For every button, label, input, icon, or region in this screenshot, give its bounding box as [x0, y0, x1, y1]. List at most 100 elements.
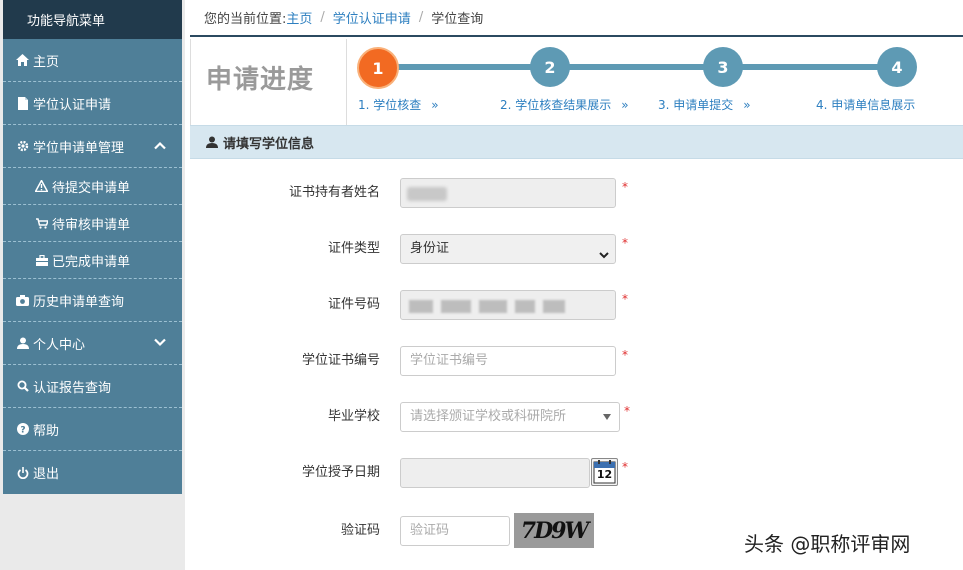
sidebar-item-home[interactable]: 主页	[3, 39, 182, 82]
camera-icon	[15, 293, 30, 307]
captcha-image[interactable]: 7D9W	[514, 513, 594, 548]
redacted-value	[407, 187, 447, 201]
id-number-label: 证件号码	[327, 297, 380, 312]
captcha-placeholder: 验证码	[410, 523, 450, 538]
step-arrow: »	[743, 98, 751, 112]
file-icon	[15, 96, 30, 110]
watermark-text: 头条 @职称评审网	[744, 532, 911, 556]
sidebar-item-label: 学位申请单管理	[33, 140, 125, 156]
sidebar-item-label: 个人中心	[33, 337, 86, 353]
section-header: 请填写学位信息	[190, 125, 963, 159]
form-row-cert-number: 学位证书编号 学位证书编号 *	[190, 346, 963, 376]
section-title: 请填写学位信息	[223, 136, 315, 152]
sidebar-item-report-query[interactable]: 认证报告查询	[3, 365, 182, 408]
form-row-id-type: 证件类型 身份证 *	[190, 234, 963, 264]
step-2-circle: 2	[530, 47, 570, 87]
progress-divider	[346, 39, 347, 125]
sidebar-item-label: 主页	[33, 54, 60, 70]
home-icon	[15, 53, 30, 67]
user-icon	[15, 336, 30, 350]
sidebar-item-label: 已完成申请单	[52, 254, 131, 270]
calendar-button[interactable]: 12	[591, 458, 618, 486]
step-3-circle: 3	[703, 47, 743, 87]
step-connector	[391, 64, 551, 70]
step-label-text: 1. 学位核查	[358, 98, 422, 112]
required-mark: *	[624, 404, 630, 418]
form-row-school: 毕业学校 请选择颁证学校或科研院所 *	[190, 402, 963, 432]
sidebar-item-completed[interactable]: 已完成申请单	[3, 242, 182, 279]
sidebar-item-label: 认证报告查询	[33, 380, 112, 396]
sidebar-item-degree-cert[interactable]: 学位认证申请	[3, 82, 182, 125]
chevron-down-icon	[154, 336, 166, 351]
gear-icon	[15, 139, 30, 153]
sidebar-item-label: 待审核申请单	[52, 217, 131, 233]
captcha-input[interactable]: 验证码	[400, 516, 510, 546]
step-3-label: 3. 申请单提交 »	[658, 96, 751, 113]
sidebar-item-label: 历史申请单查询	[33, 294, 125, 310]
step-1-circle: 1	[357, 47, 399, 89]
redacted-value	[409, 300, 433, 313]
sidebar-item-pending-submit[interactable]: 待提交申请单	[3, 168, 182, 205]
id-type-select[interactable]: 身份证	[400, 234, 616, 264]
step-connector	[566, 64, 726, 70]
grant-date-label: 学位授予日期	[301, 465, 380, 480]
sidebar-item-logout[interactable]: 退出	[3, 451, 182, 494]
required-mark: *	[622, 292, 628, 306]
captcha-image-text: 7D9W	[520, 517, 589, 544]
sidebar-item-personal-center[interactable]: 个人中心	[3, 322, 182, 365]
required-mark: *	[622, 348, 628, 362]
id-type-label: 证件类型	[327, 241, 380, 256]
school-select[interactable]: 请选择颁证学校或科研院所	[400, 402, 620, 432]
step-arrow: »	[431, 98, 439, 112]
chevron-down-icon	[599, 243, 609, 271]
sidebar-item-label: 退出	[33, 467, 60, 482]
step-label-text: 4. 申请单信息展示	[816, 98, 916, 112]
sidebar-item-help[interactable]: ? 帮助	[3, 408, 182, 451]
id-type-value: 身份证	[410, 241, 450, 256]
grant-date-input[interactable]	[400, 458, 590, 488]
required-mark: *	[622, 180, 628, 194]
breadcrumb-current: 学位查询	[431, 12, 484, 27]
power-icon	[15, 466, 30, 480]
school-placeholder: 请选择颁证学校或科研院所	[410, 409, 567, 424]
breadcrumb-link-degree-cert[interactable]: 学位认证申请	[333, 8, 411, 27]
warning-icon	[34, 179, 49, 193]
sidebar-title: 功能导航菜单	[3, 0, 182, 39]
form-row-holder-name: 证书持有者姓名 *	[190, 178, 963, 208]
required-mark: *	[622, 236, 628, 250]
sidebar-item-pending-review[interactable]: 待审核申请单	[3, 205, 182, 242]
school-label: 毕业学校	[327, 409, 380, 424]
cert-number-input[interactable]: 学位证书编号	[400, 346, 616, 376]
cert-number-placeholder: 学位证书编号	[410, 353, 489, 368]
form-row-id-number: 证件号码 *	[190, 290, 963, 320]
breadcrumb: 您的当前位置: 主页 / 学位认证申请 / 学位查询	[190, 0, 963, 37]
svg-text:?: ?	[20, 426, 25, 436]
sidebar-item-history[interactable]: 历史申请单查询	[3, 279, 182, 322]
progress-panel: 申请进度 1 2 3 4 1. 学位核查 » 2. 学位核查结果展示 » 3. 申请…	[190, 39, 963, 125]
breadcrumb-separator: /	[418, 10, 424, 25]
breadcrumb-link-home[interactable]: 主页	[286, 8, 312, 27]
question-icon: ?	[15, 422, 30, 436]
search-icon	[15, 379, 30, 393]
step-arrow: »	[621, 98, 629, 112]
step-label-text: 3. 申请单提交	[658, 98, 734, 112]
step-label-text: 2. 学位核查结果展示	[500, 98, 612, 112]
holder-name-field[interactable]	[400, 178, 616, 208]
briefcase-icon	[34, 253, 49, 267]
redacted-value	[441, 300, 471, 313]
step-4-circle: 4	[877, 47, 917, 87]
step-4-label: 4. 申请单信息展示	[816, 96, 915, 113]
sidebar-item-application-mgmt[interactable]: 学位申请单管理	[3, 125, 182, 168]
progress-title: 申请进度	[206, 65, 315, 95]
sidebar-item-label: 帮助	[33, 423, 60, 439]
id-number-field[interactable]	[400, 290, 616, 320]
chevron-up-icon	[154, 139, 166, 154]
caret-down-icon	[603, 414, 611, 420]
sidebar: 功能导航菜单 主页 学位认证申请 学位申请单管理 待提交申请单 待审核申请单 已…	[0, 0, 185, 570]
cart-icon	[34, 216, 49, 230]
breadcrumb-prefix: 您的当前位置:	[204, 12, 287, 27]
user-icon	[206, 136, 218, 148]
cert-number-label: 学位证书编号	[301, 353, 380, 368]
form-row-grant-date: 学位授予日期 12 *	[190, 458, 963, 488]
sidebar-menu: 主页 学位认证申请 学位申请单管理 待提交申请单 待审核申请单 已完成申请单 历…	[3, 39, 182, 494]
